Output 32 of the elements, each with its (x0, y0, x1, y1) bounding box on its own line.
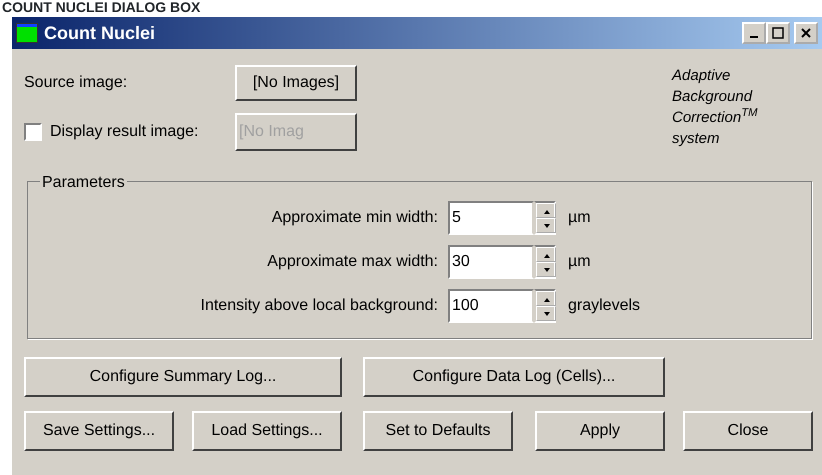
dialog-button[interactable]: Set to Defaults (363, 411, 513, 451)
branding-text: Background (672, 87, 752, 107)
branding-text: system (672, 129, 720, 149)
app-icon (16, 23, 38, 43)
dialog-button[interactable]: Apply (535, 411, 665, 451)
branding-text: Adaptive (672, 66, 730, 86)
dialog-button[interactable]: Save Settings... (24, 411, 174, 451)
minimize-button[interactable] (742, 22, 766, 44)
dialog-button[interactable]: Load Settings... (192, 411, 342, 451)
unit-label: graylevels (568, 296, 642, 316)
input-field[interactable]: 30 (448, 245, 534, 279)
close-icon (800, 27, 812, 39)
unit-label: µm (568, 208, 592, 228)
unit-label: µm (568, 252, 592, 272)
branding-text: Correction$^{TM}$ (672, 107, 758, 128)
dialog-button[interactable]: Configure Summary Log... (24, 357, 342, 397)
input-field[interactable]: 100 (448, 289, 534, 323)
caption-heading: COUNT NUCLEI DIALOG BOX (1, 0, 200, 15)
maximize-icon (772, 27, 784, 39)
minimize-icon (750, 36, 758, 38)
dialog-button[interactable]: Close (683, 411, 813, 451)
close-button[interactable] (794, 22, 818, 44)
field-label: Source image: (24, 73, 128, 93)
parameter-label: Intensity above local background: (200, 296, 438, 316)
source-image-button[interactable]: [No Images] (235, 65, 357, 101)
checkbox-label: Display result image: (50, 122, 200, 142)
parameter-label: Approximate min width: (270, 208, 438, 228)
input-field[interactable]: 5 (448, 201, 534, 235)
dialog-button[interactable]: Configure Data Log (Cells)... (363, 357, 665, 397)
window-title: Count Nuclei (44, 22, 155, 44)
maximize-button[interactable] (766, 22, 790, 44)
parameter-label: Approximate max width: (266, 252, 438, 272)
